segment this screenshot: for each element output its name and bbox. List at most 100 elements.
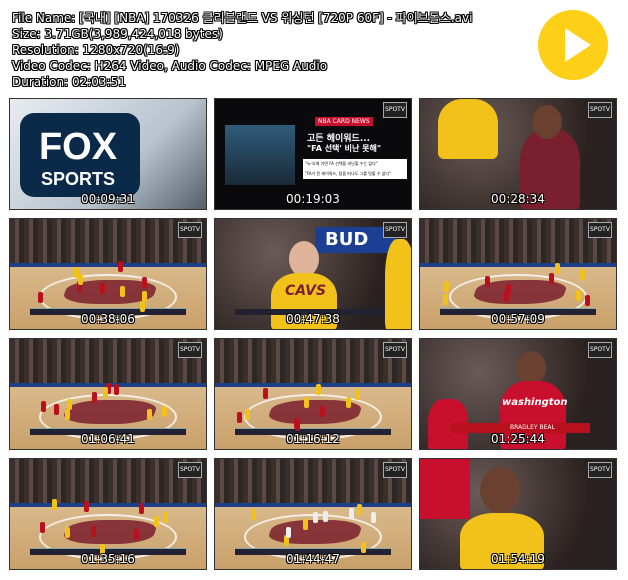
thumbnail[interactable]: SPOTV 00:28:34 <box>419 98 617 210</box>
player <box>485 276 491 288</box>
jersey-text: CAVS <box>285 283 327 299</box>
thumbnail-timestamp: 01:06:41 <box>81 432 135 446</box>
player <box>504 290 510 302</box>
player <box>354 389 360 401</box>
player <box>346 396 352 408</box>
crowd-background <box>420 459 470 519</box>
thumbnail-timestamp: 01:44:47 <box>286 552 340 566</box>
player <box>154 516 160 528</box>
thumbnail[interactable]: FOX SPORTS 00:09:31 <box>9 98 207 210</box>
channel-logo: SPOTV <box>588 222 612 238</box>
player-jersey <box>438 99 498 159</box>
channel-logo: SPOTV <box>383 102 407 118</box>
player <box>37 291 43 303</box>
channel-logo: SPOTV <box>588 102 612 118</box>
player <box>139 502 145 514</box>
channel-logo: SPOTV <box>383 342 407 358</box>
player-photo <box>225 125 295 185</box>
channel-logo: SPOTV <box>178 462 202 478</box>
thumbnail[interactable]: SPOTV 01:35:16 <box>9 458 207 570</box>
player <box>444 281 450 293</box>
thumbnail[interactable]: SPOTV 00:38:06 <box>9 218 207 330</box>
play-button[interactable] <box>538 10 608 80</box>
player <box>141 276 147 288</box>
file-name: File Name: [국내] [NBA] 170326 클리블랜드 VS 워싱… <box>12 11 473 25</box>
channel-logo: SPOTV <box>588 462 612 478</box>
thumbnail-timestamp: 00:38:06 <box>81 312 135 326</box>
news-subtitle: "FA 선택' 비난 못해" <box>307 144 382 153</box>
thumbnail-timestamp: 01:16:12 <box>286 432 340 446</box>
thumbnail[interactable]: SPOTV 01:06:41 <box>9 338 207 450</box>
news-body: "뉴-오에 가면 FA 선택을 비난할 수는 없다" <box>303 159 407 169</box>
player <box>147 408 153 420</box>
player <box>119 286 125 298</box>
player <box>579 269 585 281</box>
player <box>161 405 167 417</box>
player <box>83 500 89 512</box>
player <box>322 510 328 522</box>
jersey-text: washington <box>502 397 568 408</box>
court-paint <box>60 399 160 424</box>
player <box>302 519 308 530</box>
channel-logo: SPOTV <box>383 222 407 238</box>
player-head <box>480 467 520 513</box>
duration: Duration: 02:03:51 <box>12 75 126 89</box>
news-header: NBA CARD NEWS <box>315 117 373 126</box>
player <box>52 499 58 511</box>
thumbnail-timestamp: 01:25:44 <box>491 432 545 446</box>
thumbnail[interactable]: SPOTV 01:54:19 <box>419 458 617 570</box>
svg-text:SPORTS: SPORTS <box>41 169 115 189</box>
player <box>348 507 354 519</box>
player <box>134 528 140 540</box>
player <box>356 504 362 516</box>
thumbnail-timestamp: 00:09:31 <box>81 192 135 206</box>
player <box>237 412 243 424</box>
player <box>163 511 169 523</box>
thumbnail[interactable]: SPOTV 01:44:47 <box>214 458 412 570</box>
player <box>285 526 291 538</box>
thumbnail[interactable]: SPOTV 00:57:09 <box>419 218 617 330</box>
thumbnail-timestamp: 01:35:16 <box>81 552 135 566</box>
player <box>315 384 321 396</box>
ad-text: BUD <box>325 229 369 250</box>
player-head <box>516 351 546 385</box>
player <box>575 290 581 302</box>
player <box>114 384 120 396</box>
player <box>554 262 560 274</box>
player <box>65 409 71 421</box>
channel-logo: SPOTV <box>178 342 202 358</box>
player <box>141 291 147 303</box>
thumbnail[interactable]: NBA CARD NEWS 고든 헤이워드... "FA 선택' 비난 못해" "뉴-… <box>214 98 412 210</box>
player-head <box>289 241 319 277</box>
resolution: Resolution: 1280x720(16:9) <box>12 43 180 57</box>
player <box>312 512 318 524</box>
thumbnail-timestamp: 01:54:19 <box>491 552 545 566</box>
court-paint <box>60 519 160 544</box>
player <box>53 404 59 416</box>
player <box>91 391 97 403</box>
player <box>41 401 47 413</box>
player <box>99 283 105 294</box>
thumbnail-grid: FOX SPORTS 00:09:31 NBA CARD NEWS 고든 헤이워드...… <box>9 98 617 572</box>
thumbnail[interactable]: BUD CAVS SPOTV 00:47:38 <box>214 218 412 330</box>
player <box>118 260 124 272</box>
player <box>91 525 97 537</box>
svg-text:FOX: FOX <box>39 126 118 168</box>
player <box>442 294 448 306</box>
video-codec: Video Codec: H264 Video, Audio Codec: MP… <box>12 59 328 73</box>
channel-logo: SPOTV <box>178 222 202 238</box>
news-body-2: "FA가 된 헤이워드, 팀을 떠나도 그를 탓할 수 없다" <box>303 169 407 179</box>
player <box>140 301 146 313</box>
thumbnail-timestamp: 00:57:09 <box>491 312 545 326</box>
player <box>40 521 46 533</box>
channel-logo: SPOTV <box>383 462 407 478</box>
thumbnail-timestamp: 00:19:03 <box>286 192 340 206</box>
player <box>370 512 376 524</box>
file-info: File Name: [국내] [NBA] 170326 클리블랜드 VS 워싱… <box>12 10 532 90</box>
player <box>263 387 269 399</box>
thumbnail[interactable]: SPOTV 01:16:12 <box>214 338 412 450</box>
player <box>245 408 251 420</box>
thumbnail[interactable]: washington BRADLEY BEAL SPOTV 01:25:44 <box>419 338 617 450</box>
file-size: Size: 3.71GB(3,989,424,018 bytes) <box>12 27 223 41</box>
player <box>64 527 70 539</box>
